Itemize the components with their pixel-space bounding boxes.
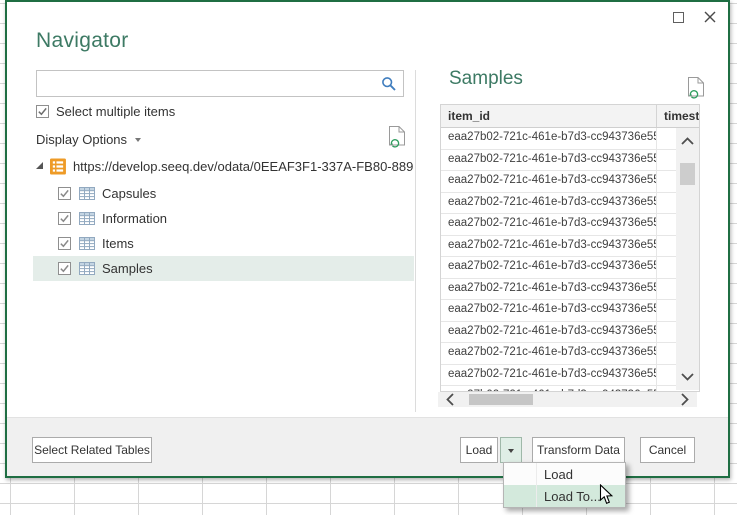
- display-options-button[interactable]: Display Options: [36, 130, 141, 148]
- tree-item-label: Items: [102, 236, 134, 251]
- transform-data-button[interactable]: Transform Data: [532, 437, 625, 463]
- table-row: eaa27b02-721c-461e-b7d3-cc943736e559: [441, 128, 699, 150]
- chevron-down-icon: [681, 373, 694, 381]
- tree-item-capsules[interactable]: Capsules: [33, 181, 414, 206]
- preview-table-header: item_id timestamp: [441, 105, 699, 128]
- menu-gutter: [536, 485, 537, 507]
- mouse-cursor: [599, 484, 614, 510]
- select-multiple-label: Select multiple items: [56, 104, 175, 119]
- horizontal-scrollbar[interactable]: [438, 392, 697, 407]
- checkmark-icon: [59, 188, 70, 199]
- refresh-tree-button[interactable]: [388, 125, 407, 154]
- cell-item-id: eaa27b02-721c-461e-b7d3-cc943736e559: [441, 214, 657, 235]
- close-icon: [703, 10, 717, 24]
- table-row: eaa27b02-721c-461e-b7d3-cc943736e559: [441, 300, 699, 322]
- chevron-right-icon: [681, 393, 689, 406]
- tree-root-label: https://develop.seeq.dev/odata/0EEAF3F1-…: [73, 159, 413, 174]
- chevron-down-icon: [508, 449, 514, 453]
- maximize-button[interactable]: [670, 9, 686, 25]
- page-refresh-icon: [388, 125, 407, 149]
- page-refresh-icon: [687, 76, 706, 100]
- checkmark-icon: [59, 213, 70, 224]
- tree-item-label: Information: [102, 211, 167, 226]
- page-title: Navigator: [36, 29, 129, 53]
- cell-item-id: eaa27b02-721c-461e-b7d3-cc943736e559: [441, 171, 657, 192]
- search-icon: [381, 76, 397, 97]
- cell-item-id: eaa27b02-721c-461e-b7d3-cc943736e559: [441, 343, 657, 364]
- tree-item-information[interactable]: Information: [33, 206, 414, 231]
- capsules-checkbox[interactable]: [58, 187, 71, 200]
- tree-expander-icon[interactable]: [36, 162, 43, 169]
- scroll-left-button[interactable]: [438, 393, 462, 406]
- table-row: eaa27b02-721c-461e-b7d3-cc943736e559: [441, 171, 699, 193]
- checkmark-icon: [59, 238, 70, 249]
- cell-item-id: eaa27b02-721c-461e-b7d3-cc943736e559: [441, 300, 657, 321]
- table-row: eaa27b02-721c-461e-b7d3-cc943736e559: [441, 214, 699, 236]
- table-row: eaa27b02-721c-461e-b7d3-cc943736e559: [441, 322, 699, 344]
- table-icon: [79, 262, 95, 275]
- cell-item-id: eaa27b02-721c-461e-b7d3-cc943736e559: [441, 150, 657, 171]
- menu-item-label: Load To...: [544, 489, 601, 504]
- navigator-dialog: Navigator Select multiple items Display …: [5, 0, 730, 478]
- load-dropdown-button[interactable]: [500, 437, 522, 463]
- cell-item-id: eaa27b02-721c-461e-b7d3-cc943736e559: [441, 128, 657, 149]
- pane-divider: [415, 70, 416, 412]
- tree-items: Capsules Information Items: [33, 181, 414, 281]
- items-checkbox[interactable]: [58, 237, 71, 250]
- table-row: eaa27b02-721c-461e-b7d3-cc943736e559: [441, 279, 699, 301]
- odata-feed-icon: [50, 158, 66, 175]
- search-box: [36, 70, 404, 97]
- horizontal-scroll-thumb[interactable]: [469, 394, 533, 405]
- select-multiple-checkbox[interactable]: [36, 105, 49, 118]
- vertical-scrollbar[interactable]: [676, 128, 699, 390]
- cell-item-id: eaa27b02-721c-461e-b7d3-cc943736e559: [441, 236, 657, 257]
- table-row: eaa27b02-721c-461e-b7d3-cc943736e559: [441, 193, 699, 215]
- chevron-down-icon: [135, 138, 141, 142]
- tree-item-samples[interactable]: Samples: [33, 256, 414, 281]
- checkmark-icon: [59, 263, 70, 274]
- scroll-up-button[interactable]: [676, 128, 699, 154]
- tree-item-label: Samples: [102, 261, 153, 276]
- search-input[interactable]: [41, 71, 376, 96]
- cell-item-id: eaa27b02-721c-461e-b7d3-cc943736e559: [441, 279, 657, 300]
- maximize-icon: [673, 12, 684, 23]
- vertical-scroll-thumb[interactable]: [680, 163, 695, 185]
- column-header-timestamp: timestamp: [657, 105, 699, 127]
- table-row: eaa27b02-721c-461e-b7d3-cc943736e559: [441, 150, 699, 172]
- refresh-preview-button[interactable]: [687, 76, 706, 105]
- tree-item-items[interactable]: Items: [33, 231, 414, 256]
- column-header-item-id: item_id: [441, 105, 657, 127]
- checkmark-icon: [37, 106, 48, 117]
- table-icon: [79, 187, 95, 200]
- preview-table: item_id timestamp eaa27b02-721c-461e-b7d…: [440, 104, 700, 392]
- table-icon: [79, 237, 95, 250]
- table-icon: [79, 212, 95, 225]
- preview-rows: eaa27b02-721c-461e-b7d3-cc943736e559eaa2…: [441, 128, 699, 392]
- chevron-left-icon: [446, 393, 454, 406]
- tree-root-row[interactable]: https://develop.seeq.dev/odata/0EEAF3F1-…: [33, 155, 413, 178]
- cell-item-id: eaa27b02-721c-461e-b7d3-cc943736e559: [441, 322, 657, 343]
- preview-title: Samples: [449, 68, 523, 90]
- samples-checkbox[interactable]: [58, 262, 71, 275]
- scroll-right-button[interactable]: [673, 393, 697, 406]
- information-checkbox[interactable]: [58, 212, 71, 225]
- cell-item-id: eaa27b02-721c-461e-b7d3-cc943736e559: [441, 365, 657, 386]
- menu-gutter: [536, 463, 537, 485]
- cell-item-id: eaa27b02-721c-461e-b7d3-cc943736e559: [441, 193, 657, 214]
- cancel-button[interactable]: Cancel: [640, 437, 695, 463]
- table-row: eaa27b02-721c-461e-b7d3-cc943736e559: [441, 257, 699, 279]
- menu-item-label: Load: [544, 467, 573, 482]
- menu-item-load[interactable]: Load: [504, 463, 625, 485]
- table-row: eaa27b02-721c-461e-b7d3-cc943736e559: [441, 236, 699, 258]
- cell-item-id: eaa27b02-721c-461e-b7d3-cc943736e559: [441, 257, 657, 278]
- scroll-down-button[interactable]: [676, 364, 699, 390]
- display-options-label: Display Options: [36, 132, 127, 147]
- select-related-tables-button[interactable]: Select Related Tables: [32, 437, 152, 463]
- table-row: eaa27b02-721c-461e-b7d3-cc943736e559: [441, 343, 699, 365]
- load-button[interactable]: Load: [460, 437, 498, 463]
- tree-item-label: Capsules: [102, 186, 156, 201]
- chevron-up-icon: [681, 137, 694, 145]
- close-button[interactable]: [702, 9, 718, 25]
- table-row: eaa27b02-721c-461e-b7d3-cc943736e559: [441, 365, 699, 387]
